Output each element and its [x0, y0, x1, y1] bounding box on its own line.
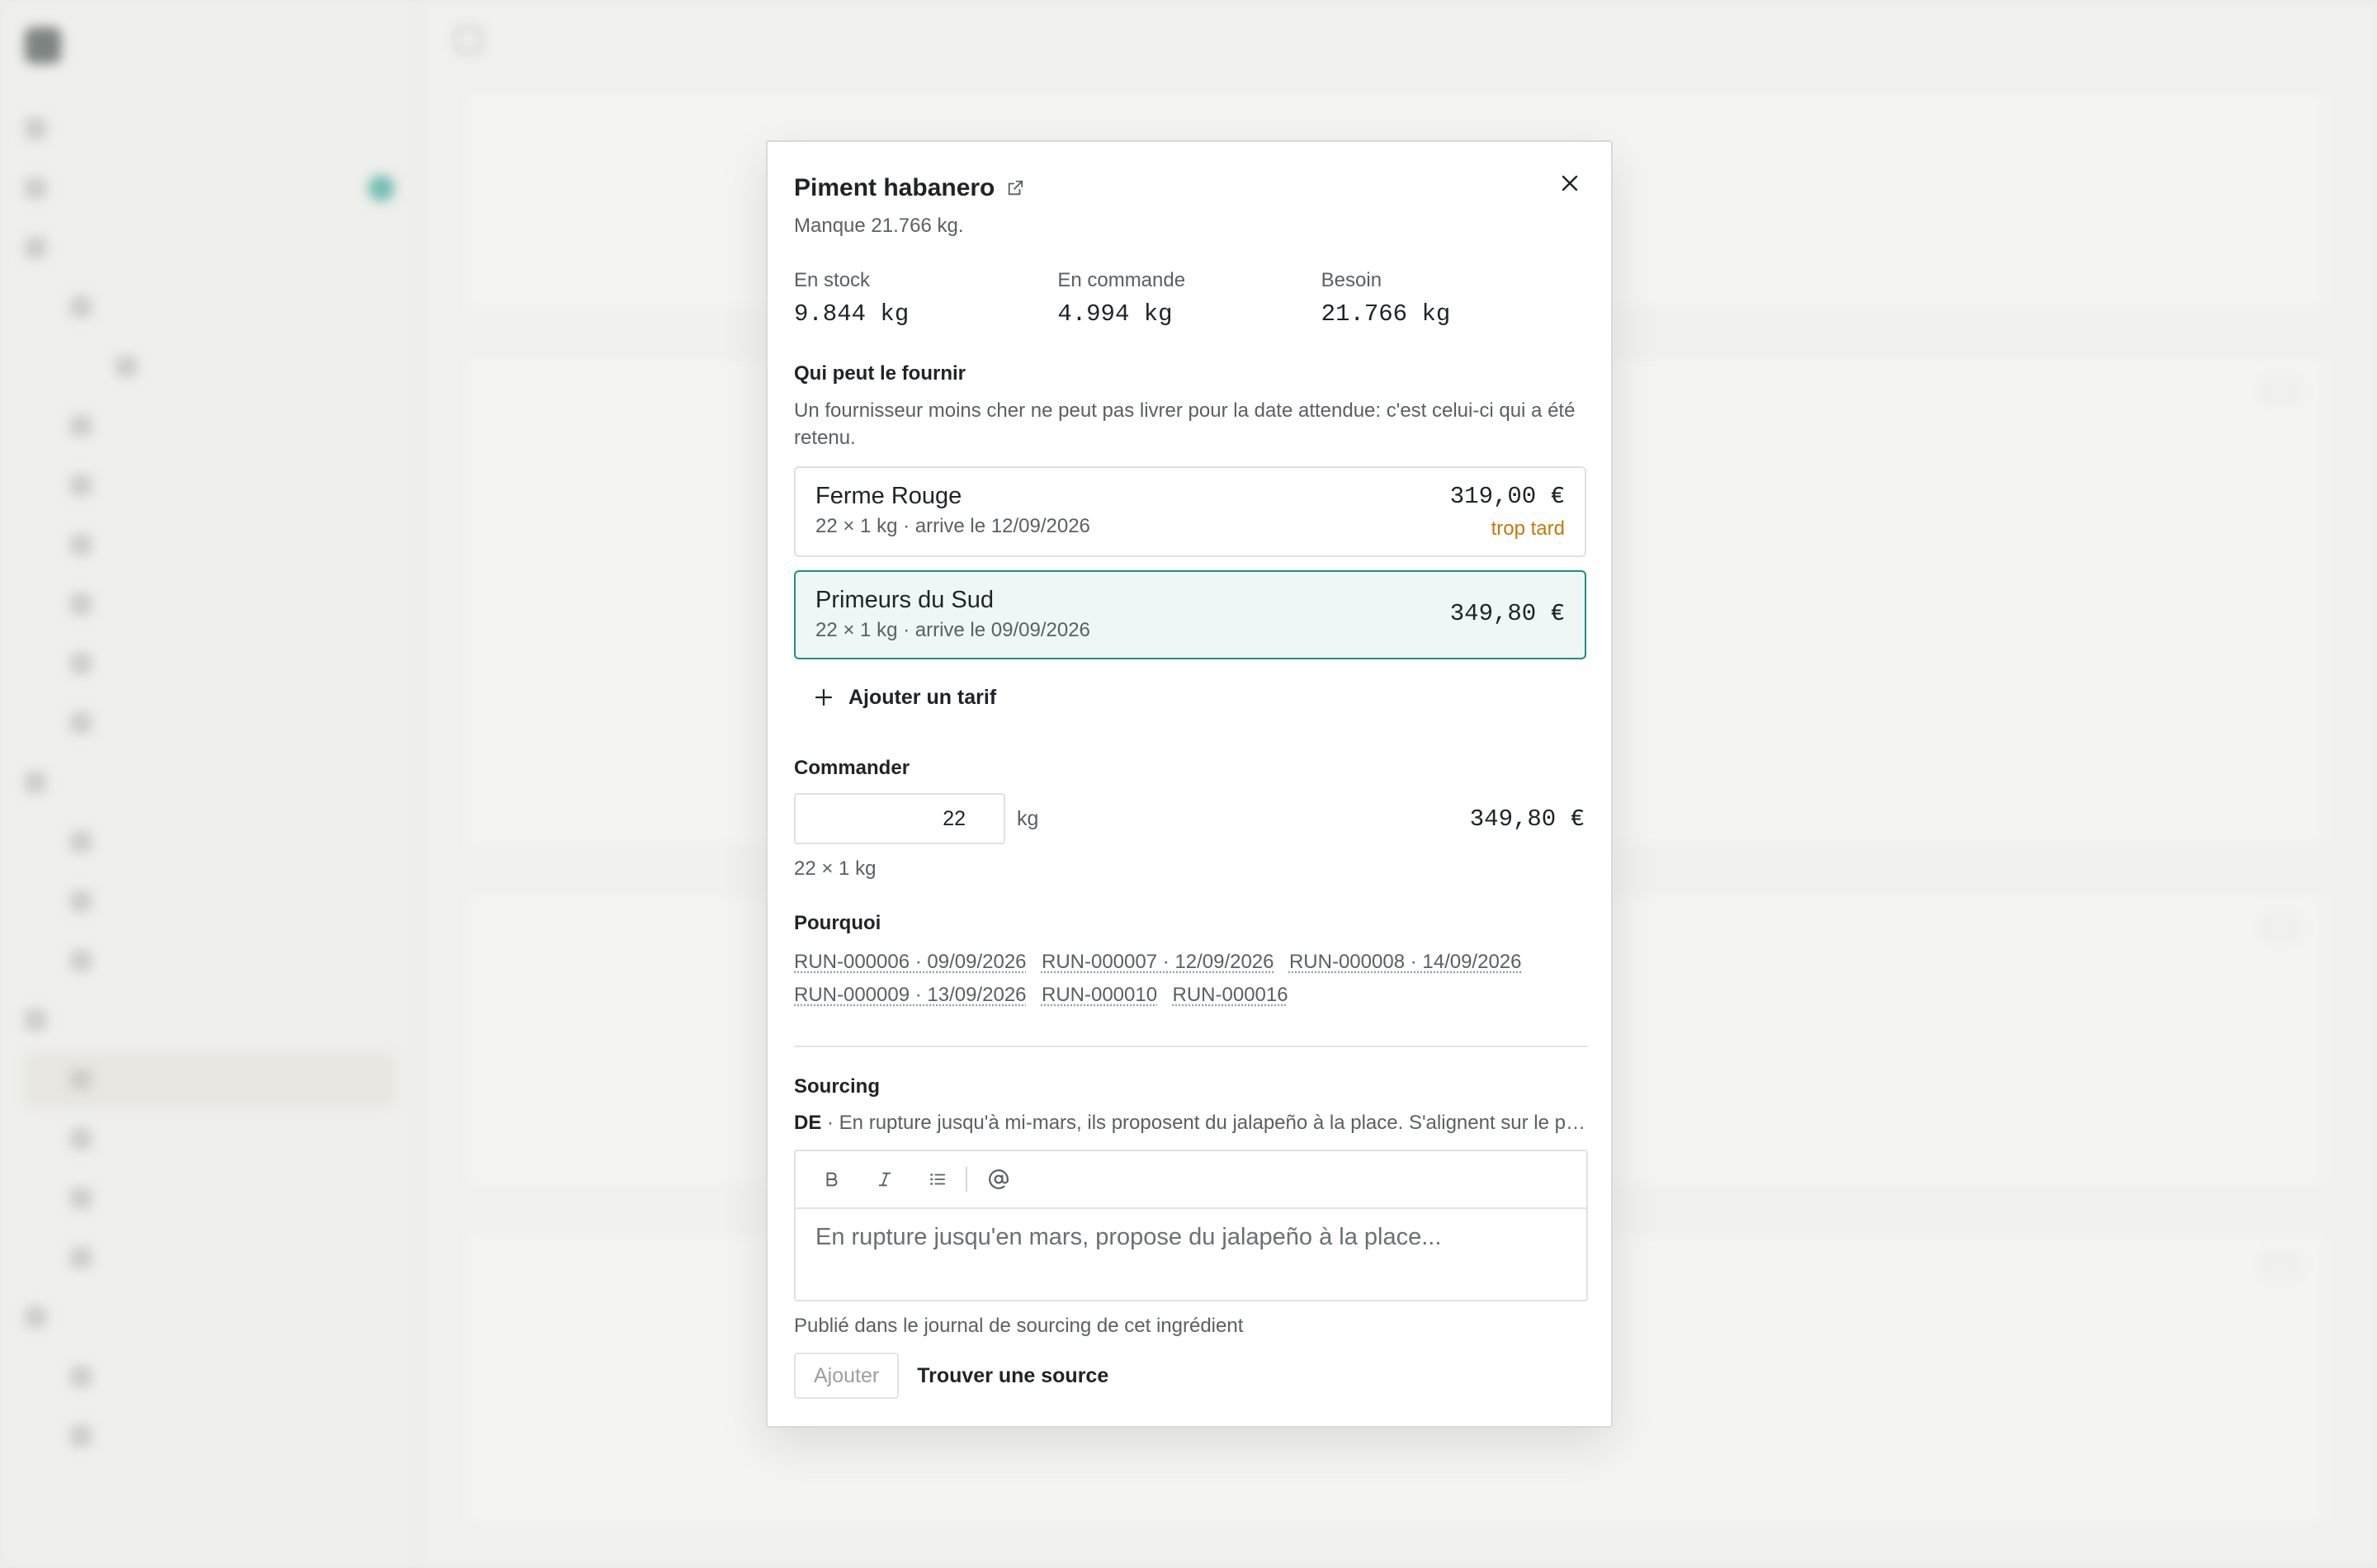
- note-author: DE: [794, 1112, 822, 1134]
- run-link[interactable]: RUN-000007 · 12/09/2026: [1042, 951, 1274, 973]
- order-quantity-row: kg 349,80 €: [794, 793, 1585, 844]
- bullet-list-icon: [930, 1174, 946, 1185]
- stat-label: En commande: [1057, 269, 1186, 291]
- note-text: · En rupture jusqu'à mi-mars, ils propos…: [827, 1112, 1588, 1134]
- order-total: 349,80 €: [1469, 805, 1585, 833]
- run-link[interactable]: RUN-000010: [1042, 984, 1157, 1006]
- stock-stats: En stock 9.844 kg En commande 4.994 kg B…: [794, 269, 1585, 328]
- run-link[interactable]: RUN-000009 · 13/09/2026: [794, 984, 1027, 1006]
- close-icon: [1562, 175, 1578, 191]
- sourcing-note-input[interactable]: En rupture jusqu'en mars, propose du jal…: [796, 1209, 1586, 1300]
- stat-value: 9.844 kg: [794, 300, 910, 328]
- supplier-option-primeurs-du-sud[interactable]: Primeurs du Sud 22 × 1 kg · arrive le 09…: [794, 570, 1586, 659]
- stat-need: Besoin 21.766 kg: [1321, 269, 1585, 328]
- modal-header: Piment habanero: [794, 170, 1585, 206]
- why-runs-list: RUN-000006 · 09/09/2026 RUN-000007 · 12/…: [794, 947, 1595, 1013]
- sourcing-section-title: Sourcing: [794, 1075, 881, 1098]
- sourcing-editor: En rupture jusqu'en mars, propose du jal…: [794, 1150, 1588, 1301]
- sourcing-note: DE · En rupture jusqu'à mi-mars, ils pro…: [794, 1112, 1588, 1135]
- modal-title: Piment habanero: [794, 174, 995, 201]
- editor-toolbar: [796, 1151, 1586, 1209]
- quantity-input[interactable]: [794, 793, 1005, 844]
- why-section-title: Pourquoi: [794, 912, 881, 934]
- order-section-title: Commander: [794, 757, 910, 779]
- run-link[interactable]: RUN-000006 · 09/09/2026: [794, 951, 1027, 973]
- bold-icon: [826, 1172, 838, 1187]
- close-button[interactable]: [1553, 167, 1586, 200]
- italic-icon: [878, 1172, 891, 1187]
- add-tarif-label: Ajouter un tarif: [848, 685, 997, 709]
- plus-icon: [815, 688, 833, 706]
- add-tarif-button[interactable]: Ajouter un tarif: [794, 681, 1585, 714]
- sourcing-actions: Ajouter Trouver une source: [794, 1353, 1585, 1399]
- section-divider: [794, 1046, 1588, 1047]
- run-link[interactable]: RUN-000008 · 14/09/2026: [1289, 951, 1522, 973]
- shortage-text: Manque 21.766 kg.: [794, 215, 964, 237]
- supplier-price: 349,80 €: [1449, 600, 1565, 627]
- add-note-button[interactable]: Ajouter: [794, 1353, 900, 1399]
- supplier-price: 319,00 €: [1449, 483, 1565, 510]
- at-sign-icon: [989, 1169, 1009, 1189]
- quantity-unit: kg: [1017, 806, 1039, 830]
- italic-button[interactable]: [868, 1163, 901, 1196]
- toolbar-separator: [966, 1167, 967, 1192]
- order-packaging: 22 × 1 kg: [794, 857, 877, 880]
- suppliers-section-title: Qui peut le fournir: [794, 362, 966, 385]
- list-button[interactable]: [921, 1163, 954, 1196]
- stat-label: Besoin: [1321, 269, 1382, 291]
- supplier-detail: 22 × 1 kg · arrive le 12/09/2026: [815, 515, 1090, 537]
- bold-button[interactable]: [815, 1163, 848, 1196]
- supplier-late-badge: trop tard: [1491, 517, 1565, 540]
- find-source-button[interactable]: Trouver une source: [917, 1364, 1108, 1388]
- stat-in-stock: En stock 9.844 kg: [794, 269, 1057, 328]
- external-link-icon[interactable]: [1006, 179, 1024, 197]
- stat-value: 4.994 kg: [1057, 300, 1173, 328]
- supplier-option-ferme-rouge[interactable]: Ferme Rouge 22 × 1 kg · arrive le 12/09/…: [794, 466, 1586, 557]
- stat-label: En stock: [794, 269, 871, 291]
- stat-on-order: En commande 4.994 kg: [1057, 269, 1321, 328]
- ingredient-modal: Piment habanero Manque 21.766 kg. En sto…: [766, 140, 1613, 1428]
- mention-button[interactable]: [982, 1163, 1015, 1196]
- stat-value: 21.766 kg: [1321, 300, 1451, 328]
- sourcing-helper-text: Publié dans le journal de sourcing de ce…: [794, 1315, 1244, 1337]
- supplier-explanation: Un fournisseur moins cher ne peut pas li…: [794, 399, 1576, 449]
- run-link[interactable]: RUN-000016: [1173, 984, 1288, 1006]
